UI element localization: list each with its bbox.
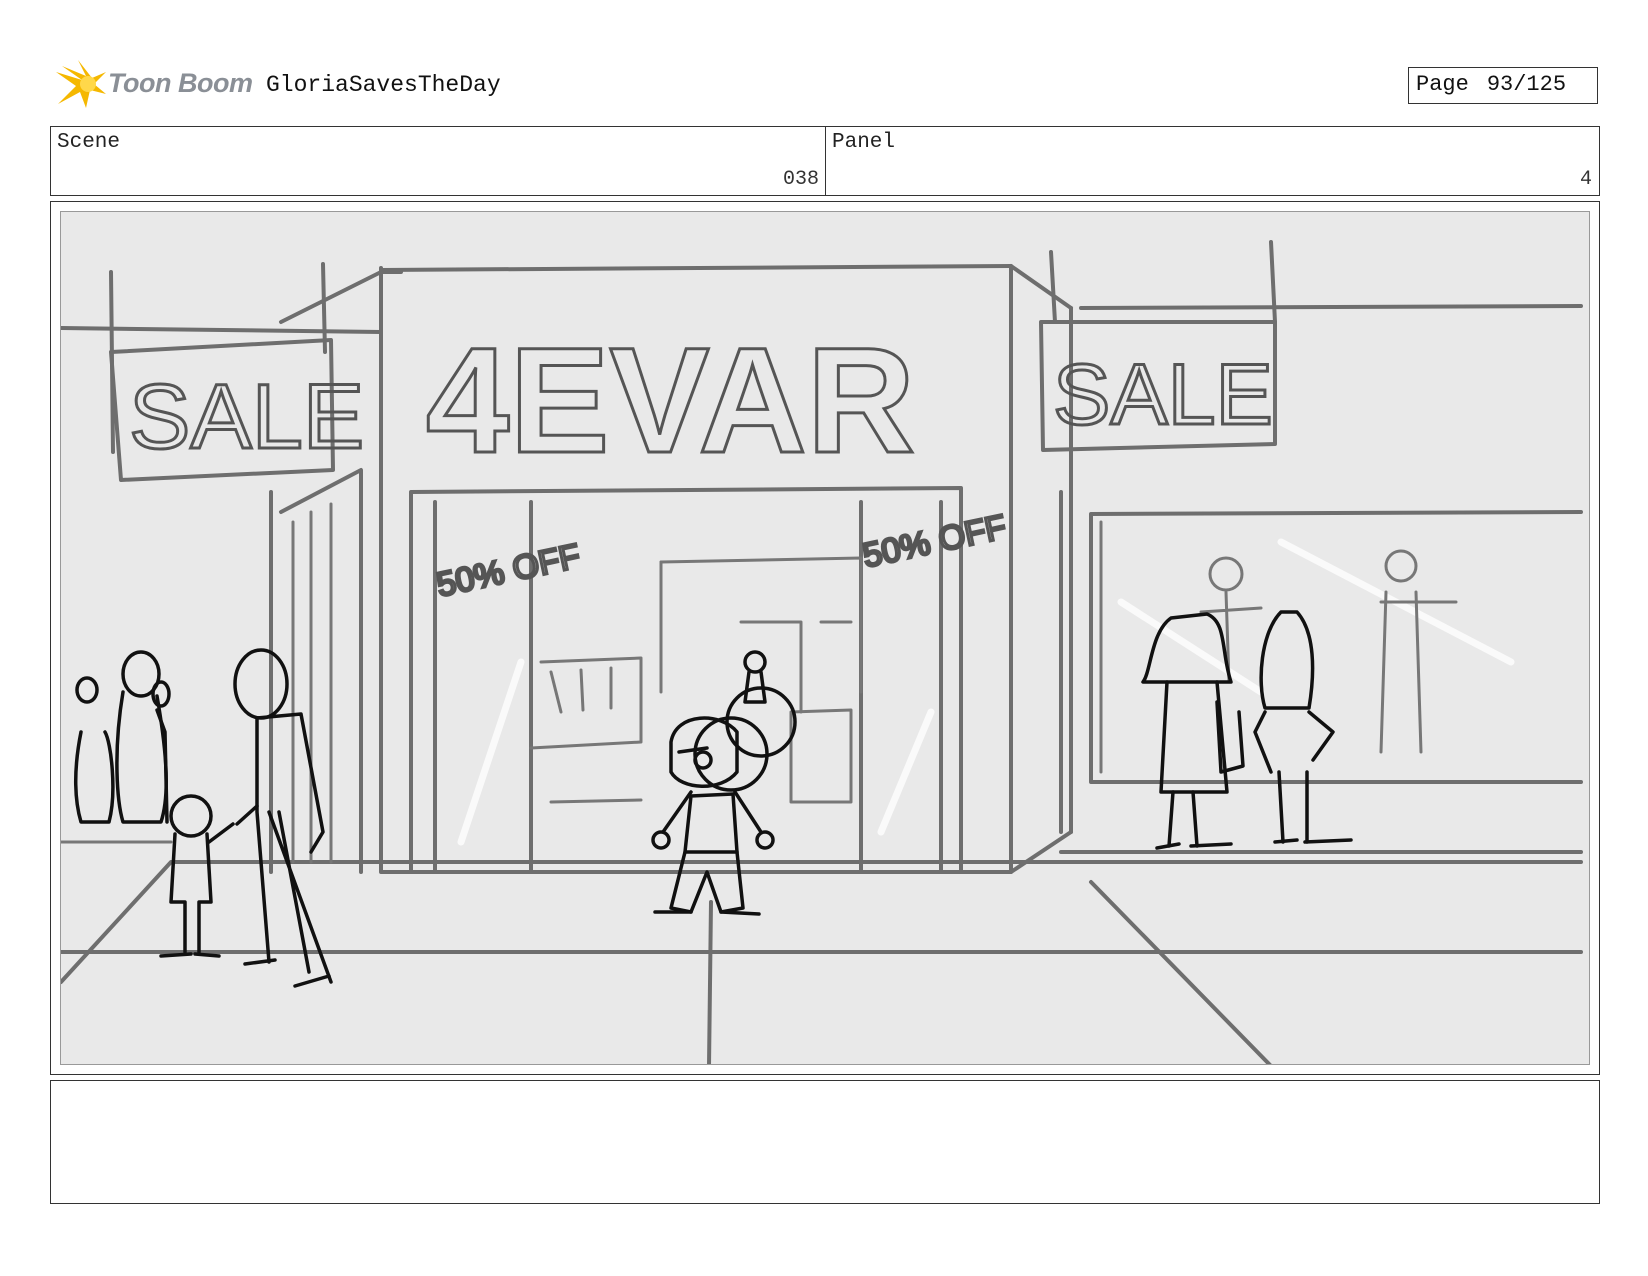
project-title: GloriaSavesTheDay xyxy=(266,72,501,98)
left-sale-sign: SALE xyxy=(128,365,366,470)
page-indicator: Page 93/125 xyxy=(1408,67,1598,104)
scene-number: 038 xyxy=(782,168,819,191)
left-sign-text: SALE xyxy=(129,366,364,468)
page-number: 93/125 xyxy=(1486,72,1567,97)
floor-lines xyxy=(61,840,1583,1064)
brand-name: Toon Boom xyxy=(108,68,253,98)
scene-panel-row: Scene 038 Panel 4 xyxy=(50,126,1600,196)
right-sticker-text: 50% OFF xyxy=(859,508,1009,575)
gloria-character xyxy=(651,650,797,916)
scene-label: Scene xyxy=(57,131,121,154)
right-shoppers xyxy=(1141,610,1353,850)
left-sticker-text: 50% OFF xyxy=(433,537,583,604)
starburst-icon xyxy=(56,60,106,108)
storyboard-panel: SALE 4EVAR 50% OFF 50% OFF SALE xyxy=(50,201,1600,1075)
right-sign-text: SALE xyxy=(1053,347,1273,443)
panel-label: Panel xyxy=(832,131,896,154)
panel-drawing: SALE 4EVAR 50% OFF 50% OFF SALE xyxy=(60,211,1590,1065)
page-label: Page xyxy=(1416,72,1469,97)
toon-boom-logo: Toon Boom xyxy=(52,58,253,114)
storefront-sketch: SALE 4EVAR 50% OFF 50% OFF SALE xyxy=(61,240,1583,1064)
panel-number: 4 xyxy=(1579,168,1592,191)
panel-notes xyxy=(50,1080,1600,1204)
right-sale-sign: SALE xyxy=(1039,240,1277,452)
panel-cell: Panel 4 xyxy=(826,127,1598,195)
scene-cell: Scene 038 xyxy=(51,127,826,195)
store-sign-text: 4EVAR xyxy=(426,316,915,484)
